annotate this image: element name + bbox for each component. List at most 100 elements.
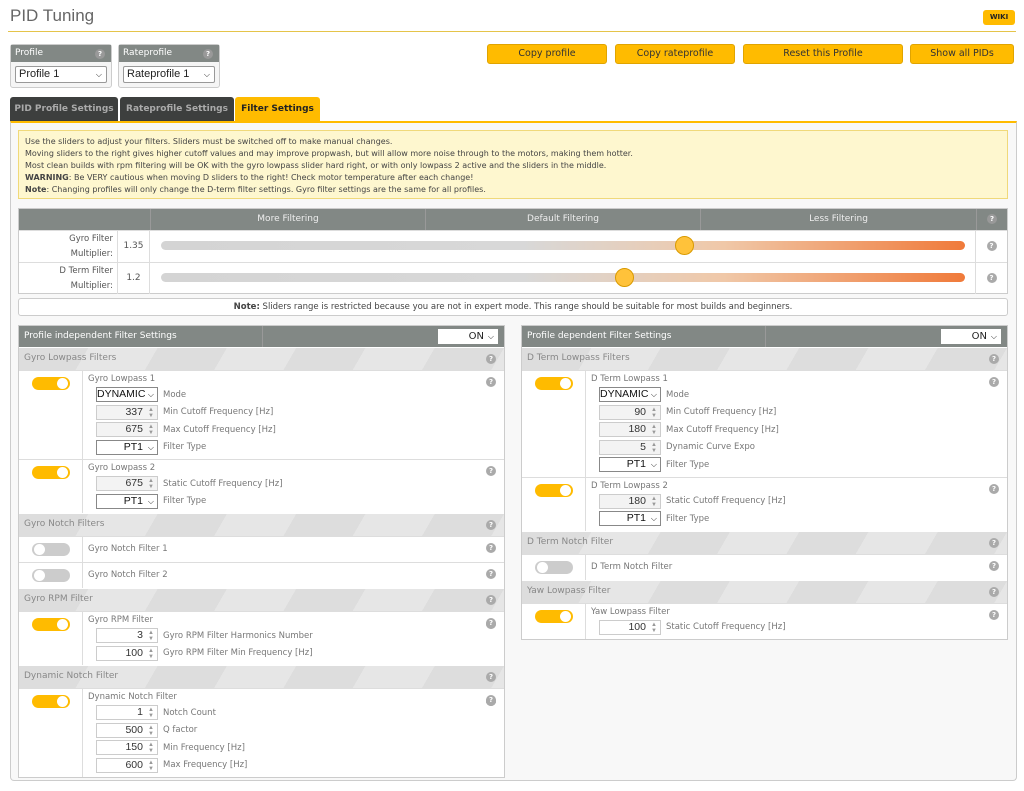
help-icon[interactable]: ? bbox=[989, 560, 999, 571]
slider-thumb[interactable] bbox=[615, 268, 635, 287]
chevron-down-icon: ⌵ bbox=[650, 390, 657, 400]
spinner-icon[interactable]: ▲ ▼ bbox=[148, 760, 154, 772]
help-icon[interactable]: ? bbox=[989, 483, 999, 494]
spinner-icon[interactable]: ▲ ▼ bbox=[651, 424, 657, 436]
filter-toggle[interactable] bbox=[535, 560, 573, 574]
filter-field: 100▲▼ Gyro RPM Filter Min Frequency [Hz]? bbox=[88, 619, 504, 663]
spinner-icon[interactable]: ▲ ▼ bbox=[148, 424, 154, 436]
spinner-icon[interactable]: ▲ ▼ bbox=[148, 630, 154, 642]
filter-select[interactable]: PT1 ⌵ bbox=[96, 493, 158, 509]
help-icon[interactable]: ? bbox=[989, 586, 999, 597]
filter-toggle[interactable] bbox=[32, 695, 70, 708]
chevron-down-icon: ⌵ bbox=[990, 332, 997, 341]
spinner-icon[interactable]: ▲ ▼ bbox=[148, 742, 154, 754]
filter-field: DYNAMIC ⌵ Mode bbox=[88, 386, 504, 404]
spinner-icon[interactable]: ▲ ▼ bbox=[651, 496, 657, 508]
number-input[interactable]: 100 ▲ ▼ bbox=[96, 645, 158, 661]
filter-toggle[interactable] bbox=[32, 543, 70, 556]
number-input[interactable]: 500 ▲ ▼ bbox=[96, 722, 158, 738]
filter-select[interactable]: DYNAMIC ⌵ bbox=[599, 387, 661, 403]
filter-toggle[interactable] bbox=[32, 618, 70, 631]
field-label: Notch Count bbox=[163, 707, 216, 718]
number-input[interactable]: 180 ▲ ▼ bbox=[599, 493, 661, 509]
copy-profile-button[interactable]: Copy profile bbox=[487, 44, 607, 64]
filter-row: Dynamic Notch Filter 1▲▼ Notch Count? 500▲▼… bbox=[19, 688, 504, 777]
number-input[interactable]: 1 ▲ ▼ bbox=[96, 705, 158, 721]
help-icon[interactable]: ? bbox=[486, 569, 496, 579]
info-line: Most clean builds with rpm filtering wil… bbox=[25, 161, 607, 170]
tab-pid-profile-settings[interactable]: PID Profile Settings bbox=[10, 97, 118, 121]
help-icon[interactable]: ? bbox=[486, 695, 496, 705]
spinner-icon[interactable]: ▲ ▼ bbox=[148, 407, 154, 419]
filter-toggle[interactable] bbox=[535, 483, 573, 497]
filter-field: PT1 ⌵ Filter Type bbox=[88, 493, 504, 511]
help-icon[interactable]: ? bbox=[203, 49, 213, 59]
wiki-button[interactable]: WIKI bbox=[983, 10, 1015, 25]
number-input[interactable]: 337 ▲ ▼ bbox=[96, 404, 158, 420]
filter-toggle[interactable] bbox=[32, 569, 70, 582]
help-icon[interactable]: ? bbox=[486, 595, 496, 605]
filter-select[interactable]: PT1 ⌵ bbox=[96, 439, 158, 455]
copy-rateprofile-button[interactable]: Copy rateprofile bbox=[615, 44, 735, 64]
filter-toggle[interactable] bbox=[32, 466, 70, 479]
number-input[interactable]: 100 ▲ ▼ bbox=[599, 619, 661, 635]
spinner-icon[interactable]: ▲ ▼ bbox=[148, 648, 154, 660]
number-input[interactable]: 5 ▲ ▼ bbox=[599, 439, 661, 455]
spinner-icon[interactable]: ▲ ▼ bbox=[148, 478, 154, 490]
help-icon[interactable]: ? bbox=[989, 609, 999, 620]
filter-field: 675 ▲ ▼ Max Cutoff Frequency [Hz] bbox=[88, 421, 504, 439]
slider-label: Gyro Filter Multiplier: bbox=[19, 231, 118, 262]
filter-select[interactable]: DYNAMIC ⌵ bbox=[96, 387, 158, 403]
spinner-icon[interactable]: ▲ ▼ bbox=[148, 707, 154, 719]
tab-rateprofile-settings[interactable]: Rateprofile Settings bbox=[120, 97, 234, 121]
filter-select[interactable]: PT1 ⌵ bbox=[599, 511, 661, 527]
number-input[interactable]: 150 ▲ ▼ bbox=[96, 740, 158, 756]
filter-info-note: Use the sliders to adjust your filters. … bbox=[18, 130, 1008, 199]
panel-enable-select[interactable]: ON ⌵ bbox=[438, 329, 498, 344]
filter-name: Yaw Lowpass Filter bbox=[591, 606, 670, 617]
reset-profile-button[interactable]: Reset this Profile bbox=[743, 44, 903, 64]
filter-toggle[interactable] bbox=[535, 377, 573, 390]
filter-name: Dynamic Notch Filter bbox=[88, 692, 177, 702]
field-label: Min Frequency [Hz] bbox=[163, 742, 245, 753]
number-input[interactable]: 90 ▲ ▼ bbox=[599, 404, 661, 420]
section-title: Gyro RPM Filter bbox=[24, 594, 93, 604]
slider-track[interactable] bbox=[161, 241, 965, 250]
help-icon[interactable]: ? bbox=[989, 537, 999, 548]
filter-toggle[interactable] bbox=[535, 609, 573, 623]
chevron-down-icon: ⌵ bbox=[147, 390, 154, 400]
help-icon[interactable]: ? bbox=[989, 354, 999, 364]
spinner-icon[interactable]: ▲ ▼ bbox=[148, 725, 154, 737]
help-icon[interactable]: ? bbox=[989, 377, 999, 387]
spinner-icon[interactable]: ▲ ▼ bbox=[651, 622, 657, 634]
help-icon[interactable]: ? bbox=[486, 672, 496, 682]
number-input[interactable]: 600 ▲ ▼ bbox=[96, 757, 158, 773]
help-icon[interactable]: ? bbox=[486, 377, 496, 387]
slider-thumb[interactable] bbox=[674, 236, 694, 255]
rateprofile-select[interactable]: Rateprofile 1 ⌵ bbox=[123, 66, 215, 83]
help-icon[interactable]: ? bbox=[486, 354, 496, 364]
spinner-icon[interactable]: ▲ ▼ bbox=[651, 407, 657, 419]
help-icon[interactable]: ? bbox=[486, 466, 496, 476]
help-icon[interactable]: ? bbox=[986, 273, 997, 283]
slider-track[interactable] bbox=[161, 273, 965, 282]
number-input[interactable]: 3 ▲ ▼ bbox=[96, 628, 158, 644]
filter-select[interactable]: PT1 ⌵ bbox=[599, 457, 661, 473]
number-input[interactable]: 675 ▲ ▼ bbox=[96, 422, 158, 438]
profile-select[interactable]: Profile 1 ⌵ bbox=[15, 66, 107, 83]
number-input[interactable]: 675 ▲ ▼ bbox=[96, 476, 158, 492]
panel-enable-select[interactable]: ON ⌵ bbox=[941, 329, 1001, 344]
profile-label: Profile bbox=[15, 48, 43, 58]
help-icon[interactable]: ? bbox=[95, 49, 105, 59]
help-icon[interactable]: ? bbox=[976, 209, 1007, 230]
number-input[interactable]: 180 ▲ ▼ bbox=[599, 422, 661, 438]
help-icon[interactable]: ? bbox=[486, 618, 496, 628]
section-title: D Term Notch Filter bbox=[527, 536, 614, 547]
spinner-icon[interactable]: ▲ ▼ bbox=[651, 442, 657, 454]
help-icon[interactable]: ? bbox=[986, 241, 997, 251]
help-icon[interactable]: ? bbox=[486, 520, 496, 530]
tab-filter-settings[interactable]: Filter Settings bbox=[235, 97, 320, 121]
filter-toggle[interactable] bbox=[32, 377, 70, 390]
help-icon[interactable]: ? bbox=[486, 543, 496, 553]
show-all-pids-button[interactable]: Show all PIDs bbox=[910, 44, 1014, 64]
